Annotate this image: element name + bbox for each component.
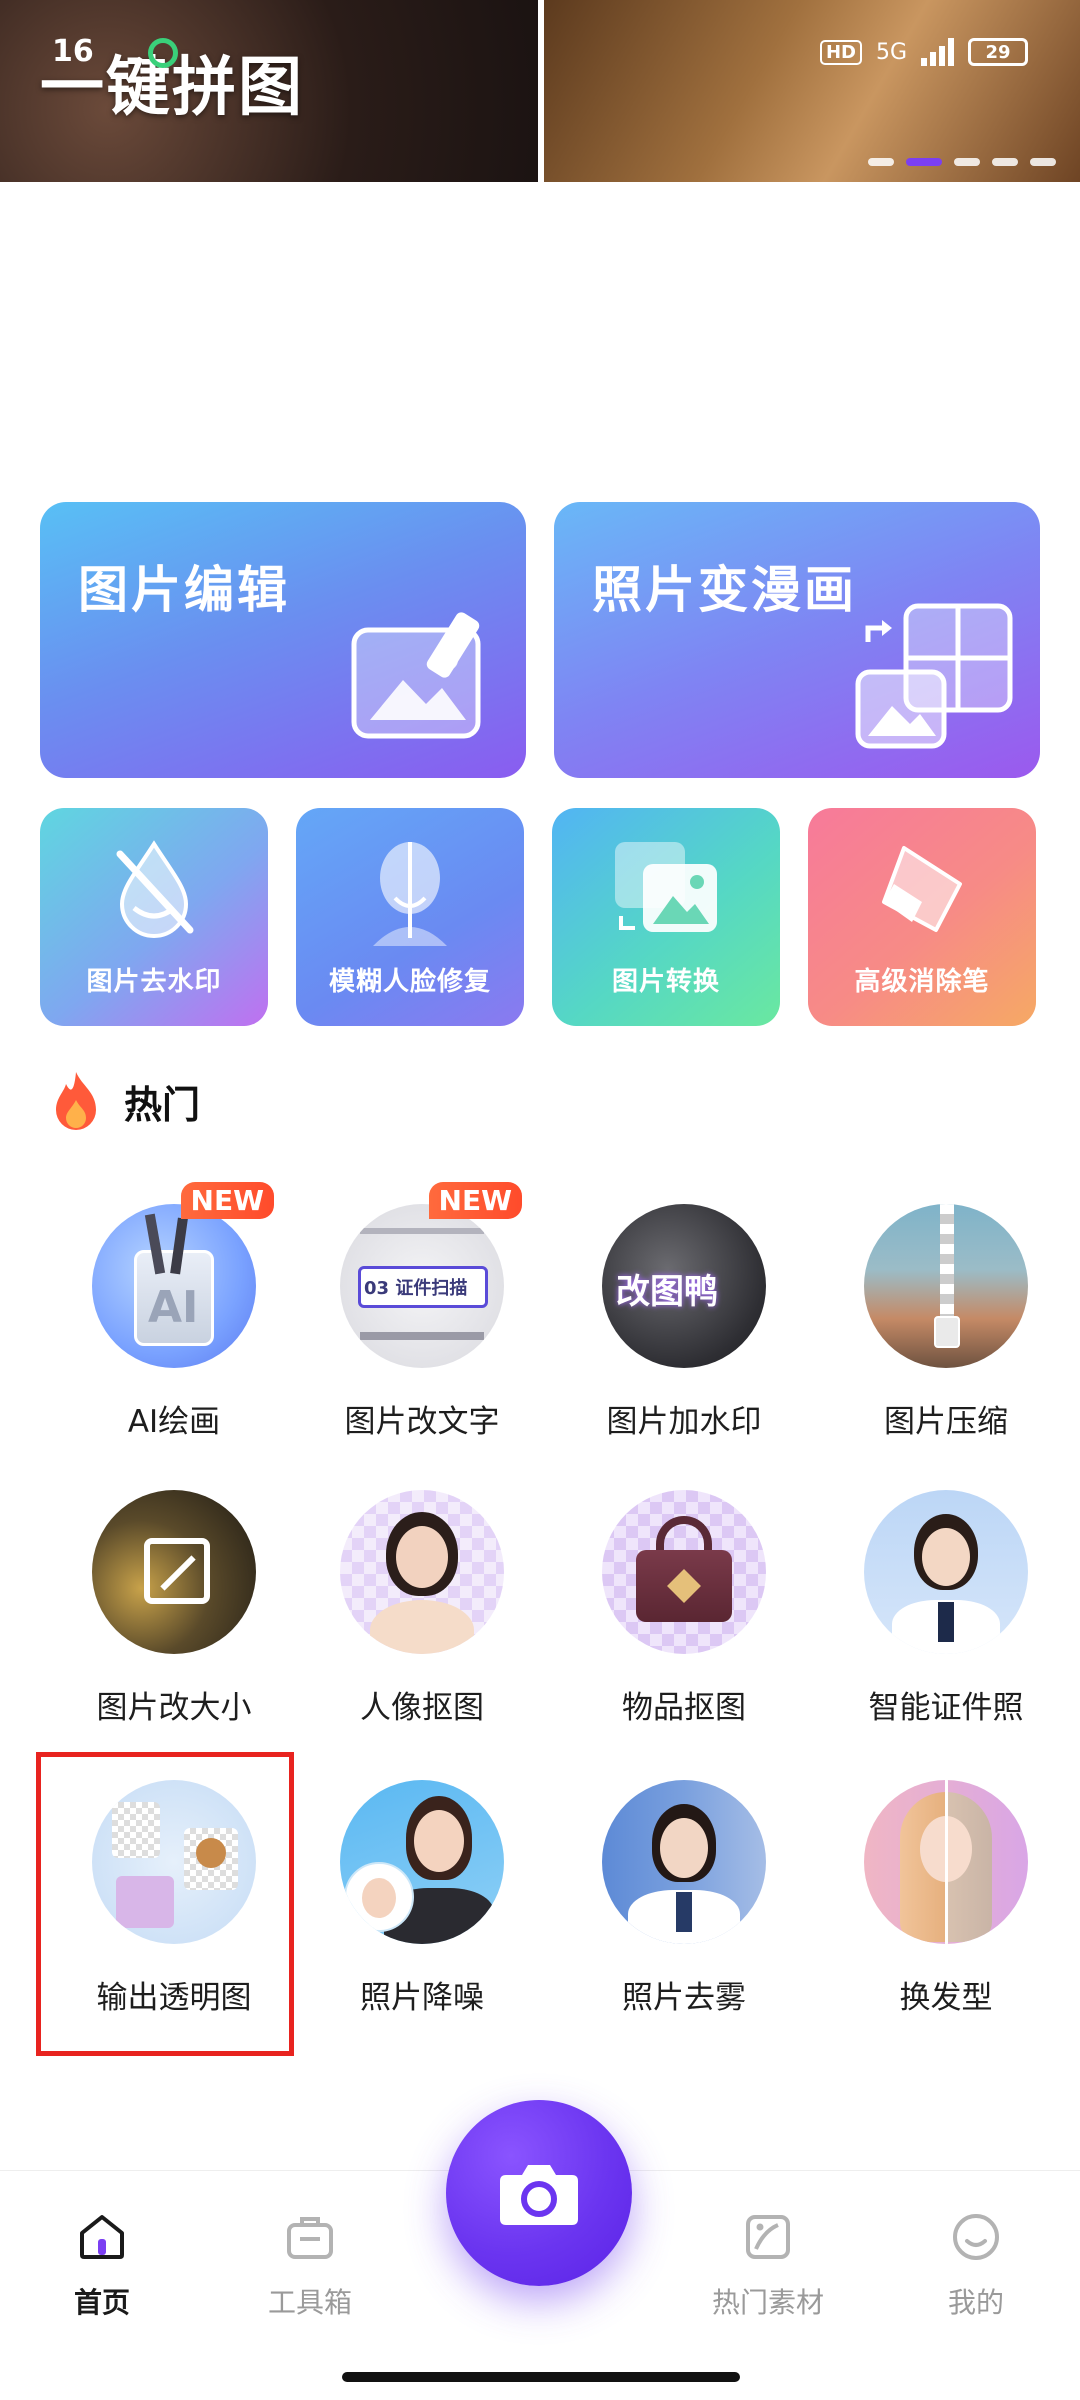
grid-item-id-photo[interactable]: 智能证件照 xyxy=(836,1490,1056,1727)
toolbox-icon xyxy=(287,2217,333,2259)
grid-item-label: 智能证件照 xyxy=(868,1690,1024,1726)
remove-watermark-label: 图片去水印 xyxy=(86,967,222,997)
grid-item-label: 图片加水印 xyxy=(606,1404,762,1440)
eraser-card[interactable]: 高级消除笔 xyxy=(808,808,1036,1026)
grid-item-resize[interactable]: 图片改大小 xyxy=(64,1490,284,1727)
carousel-dot[interactable] xyxy=(954,158,980,166)
hot-material-icon xyxy=(746,2215,790,2259)
image-convert-card[interactable]: 图片转换 xyxy=(552,808,780,1026)
grid-item-label: 图片改大小 xyxy=(96,1690,252,1726)
grid-item-label: 照片降噪 xyxy=(360,1980,484,2016)
hd-badge: HD xyxy=(819,39,862,65)
home-screen: 一键拼图 16 HD 5G 29 图片编辑 照片变漫画 图片去水印 模糊人脸修复… xyxy=(0,0,1080,2400)
fire-icon xyxy=(56,1072,96,1130)
image-convert-icon xyxy=(615,842,717,932)
grid-item-label: AI绘画 xyxy=(127,1404,221,1440)
face-restore-icon xyxy=(373,842,447,946)
hot-heading-label: 热门 xyxy=(124,1082,201,1127)
hot-section-heading: 热门 xyxy=(48,1070,200,1132)
app-notification-icon xyxy=(148,38,178,68)
grid-item-portrait-cutout[interactable]: 人像抠图 xyxy=(312,1490,532,1727)
resize-thumb xyxy=(92,1490,256,1654)
grid-item-label: 人像抠图 xyxy=(360,1690,484,1726)
grid-item-label: 图片压缩 xyxy=(884,1404,1008,1440)
image-to-text-thumb: 03 证件扫描 xyxy=(340,1204,504,1368)
status-time: 16 xyxy=(52,34,94,69)
image-compress-thumb xyxy=(864,1204,1028,1368)
grid-item-label: 物品抠图 xyxy=(622,1690,746,1726)
nav-label: 工具箱 xyxy=(267,2286,352,2319)
camera-button[interactable] xyxy=(446,2100,632,2286)
carousel-dot[interactable] xyxy=(992,158,1018,166)
image-convert-label: 图片转换 xyxy=(611,967,720,997)
grid-item-add-watermark[interactable]: 改图鸭 图片加水印 xyxy=(574,1204,794,1441)
grid-item-hairstyle[interactable]: 换发型 xyxy=(836,1780,1056,2017)
battery-icon: 29 xyxy=(968,38,1028,66)
remove-watermark-card[interactable]: 图片去水印 xyxy=(40,808,268,1026)
nav-label: 热门素材 xyxy=(711,2286,824,2319)
grid-item-label: 换发型 xyxy=(899,1980,993,2016)
photo-edit-label: 图片编辑 xyxy=(78,561,290,619)
new-badge: NEW xyxy=(428,1182,522,1219)
hairstyle-thumb xyxy=(864,1780,1028,1944)
nav-label: 我的 xyxy=(947,2286,1004,2319)
photo-edit-icon xyxy=(351,612,481,739)
status-indicators: HD 5G 29 xyxy=(819,38,1028,66)
signal-icon xyxy=(921,38,954,66)
face-restore-card[interactable]: 模糊人脸修复 xyxy=(296,808,524,1026)
banner-image-right xyxy=(544,0,1080,182)
photo-to-comic-label: 照片变漫画 xyxy=(592,561,857,619)
camera-icon xyxy=(500,2165,578,2225)
home-indicator xyxy=(342,2372,740,2382)
grid-item-dehaze[interactable]: 照片去雾 xyxy=(574,1780,794,2017)
ai-painting-thumb: AI xyxy=(92,1204,256,1368)
eraser-label: 高级消除笔 xyxy=(854,967,990,997)
image-to-text-thumb-text: 03 证件扫描 xyxy=(364,1278,468,1299)
grid-item-label: 图片改文字 xyxy=(344,1404,500,1440)
eraser-icon xyxy=(882,846,962,932)
carousel-dot-active[interactable] xyxy=(906,158,942,166)
grid-item-image-compress[interactable]: 图片压缩 xyxy=(836,1204,1056,1441)
denoise-thumb xyxy=(340,1780,504,1944)
grid-item-denoise[interactable]: 照片降噪 xyxy=(312,1780,532,2017)
nav-label: 首页 xyxy=(73,2286,130,2319)
grid-item-ai-painting[interactable]: AI NEW AI绘画 xyxy=(64,1182,284,1441)
grid-item-image-to-text[interactable]: 03 证件扫描 NEW 图片改文字 xyxy=(312,1182,532,1441)
ai-thumb-text: AI xyxy=(148,1282,199,1333)
nav-profile[interactable]: 我的 xyxy=(906,2211,1046,2321)
nav-hot-material[interactable]: 热门素材 xyxy=(698,2211,838,2321)
carousel-dots[interactable] xyxy=(868,158,1056,166)
grid-item-label: 照片去雾 xyxy=(622,1980,746,2016)
portrait-cutout-thumb xyxy=(340,1490,504,1654)
new-badge: NEW xyxy=(180,1182,274,1219)
nav-home[interactable]: 首页 xyxy=(32,2211,172,2321)
photo-to-comic-card[interactable]: 照片变漫画 xyxy=(554,502,1040,778)
top-banner[interactable]: 一键拼图 16 HD 5G 29 xyxy=(0,0,1080,182)
face-restore-label: 模糊人脸修复 xyxy=(328,967,491,997)
add-watermark-thumb-text: 改图鸭 xyxy=(616,1272,718,1312)
nav-toolbox[interactable]: 工具箱 xyxy=(240,2211,380,2321)
network-type: 5G xyxy=(875,39,907,65)
carousel-dot[interactable] xyxy=(868,158,894,166)
object-cutout-thumb xyxy=(602,1490,766,1654)
remove-watermark-icon xyxy=(116,840,194,938)
add-watermark-thumb: 改图鸭 xyxy=(602,1204,766,1368)
photo-to-comic-icon xyxy=(855,603,1013,749)
home-icon xyxy=(80,2215,124,2259)
carousel-dot[interactable] xyxy=(1030,158,1056,166)
id-photo-thumb xyxy=(864,1490,1028,1654)
highlight-box xyxy=(36,1752,294,2056)
dehaze-thumb xyxy=(602,1780,766,1944)
profile-icon xyxy=(953,2214,999,2260)
photo-edit-card[interactable]: 图片编辑 xyxy=(40,502,526,778)
grid-item-object-cutout[interactable]: 物品抠图 xyxy=(574,1490,794,1727)
